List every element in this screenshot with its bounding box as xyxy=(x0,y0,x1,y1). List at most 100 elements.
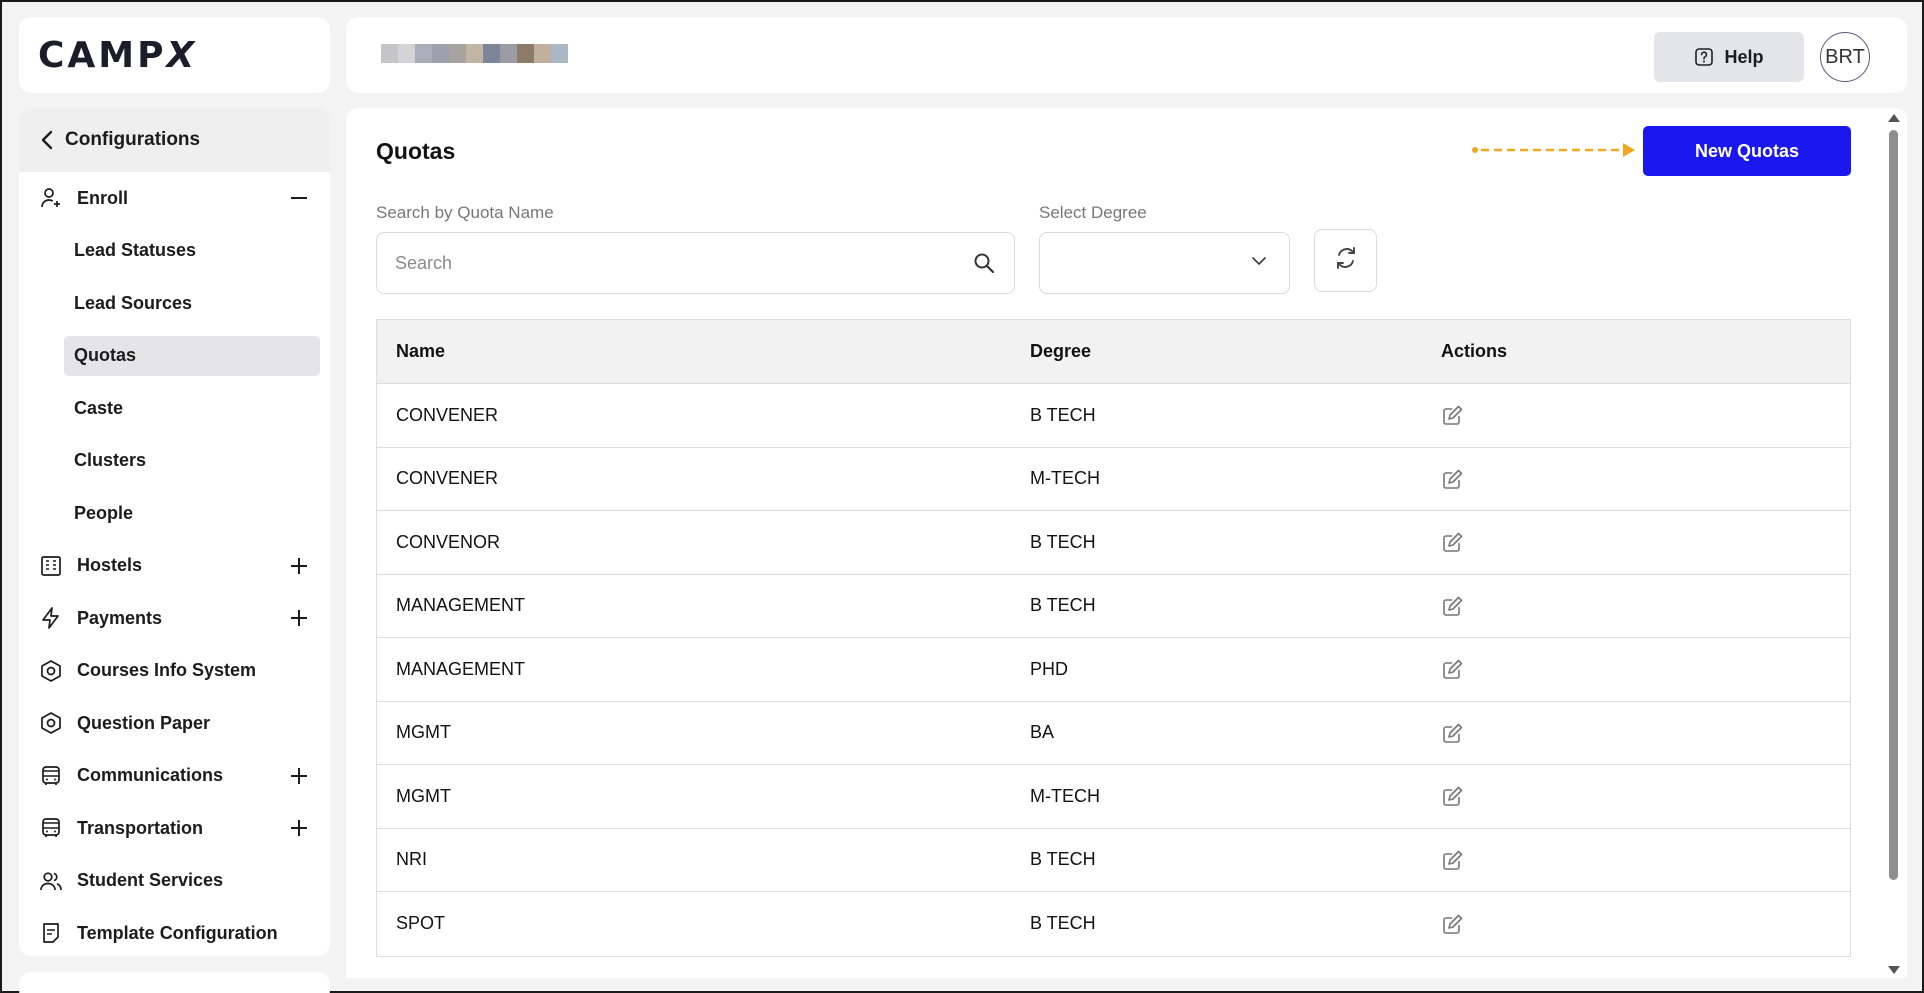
bus-icon xyxy=(39,764,63,788)
sidebar-item-student-services[interactable]: Student Services xyxy=(19,855,330,908)
search-input[interactable] xyxy=(395,252,972,274)
edit-icon[interactable] xyxy=(1441,403,1465,427)
sidebar-subitem-caste[interactable]: Caste xyxy=(19,382,330,435)
cell-degree: M-TECH xyxy=(1030,785,1100,806)
users-icon xyxy=(39,869,63,893)
edit-icon[interactable] xyxy=(1441,848,1465,872)
edit-icon[interactable] xyxy=(1441,467,1465,491)
cell-actions xyxy=(1441,594,1850,618)
table-row: CONVENOR B TECH xyxy=(377,511,1850,575)
table-row: MANAGEMENT PHD xyxy=(377,638,1850,702)
help-label: Help xyxy=(1724,46,1764,67)
bus-icon xyxy=(39,816,63,840)
campx-logo[interactable]: CAMPX xyxy=(38,35,197,76)
sidebar-subitem-lead-sources[interactable]: Lead Sources xyxy=(19,277,330,330)
sidebar-item-template-configuration[interactable]: Template Configuration xyxy=(19,907,330,956)
blurred-institution-name xyxy=(381,44,568,63)
new-quotas-button[interactable]: New Quotas xyxy=(1643,126,1851,176)
column-header-degree[interactable]: Degree xyxy=(1030,341,1441,362)
cell-name: CONVENER xyxy=(396,404,499,425)
scrollbar-thumb[interactable] xyxy=(1889,130,1898,880)
sidebar-subitem-clusters[interactable]: Clusters xyxy=(19,435,330,488)
sidebar-subitem-people[interactable]: People xyxy=(19,487,330,540)
cell-degree: BA xyxy=(1030,722,1055,743)
cell-actions xyxy=(1441,530,1850,554)
vertical-scrollbar[interactable] xyxy=(1885,110,1903,976)
courses-info-system-label: Courses Info System xyxy=(77,660,257,681)
cell-name: CONVENER xyxy=(396,468,499,489)
table-row: MANAGEMENT B TECH xyxy=(377,575,1850,638)
collapse-minus-icon[interactable] xyxy=(288,187,310,209)
sidebar-item-question-paper[interactable]: Question Paper xyxy=(19,697,330,750)
table-header: Name Degree Actions xyxy=(377,320,1850,384)
configurations-back-button[interactable]: Configurations xyxy=(19,108,330,172)
cell-degree: B TECH xyxy=(1030,531,1096,552)
student-services-label: Student Services xyxy=(77,870,224,891)
cell-degree: B TECH xyxy=(1030,913,1096,934)
template-configuration-label: Template Configuration xyxy=(77,922,278,943)
table-row: SPOT B TECH xyxy=(377,892,1850,956)
search-field[interactable] xyxy=(376,232,1015,294)
edit-icon[interactable] xyxy=(1441,594,1465,618)
search-icon[interactable] xyxy=(972,251,996,275)
payments-label: Payments xyxy=(77,607,163,628)
sidebar-item-transportation[interactable]: Transportation xyxy=(19,802,330,855)
edit-icon[interactable] xyxy=(1441,530,1465,554)
refresh-button[interactable] xyxy=(1314,229,1377,292)
expand-plus-icon[interactable] xyxy=(288,765,310,787)
sidebar-bottom-card xyxy=(19,972,330,993)
table-row: NRI B TECH xyxy=(377,829,1850,892)
edit-icon[interactable] xyxy=(1441,912,1465,936)
building-icon xyxy=(39,554,63,578)
table-row: CONVENER B TECH xyxy=(377,384,1850,448)
configurations-label: Configurations xyxy=(65,129,201,150)
help-button[interactable]: Help xyxy=(1654,32,1804,82)
scroll-down-arrow[interactable] xyxy=(1888,966,1900,974)
avatar[interactable]: BRT xyxy=(1820,32,1870,82)
column-header-actions: Actions xyxy=(1441,341,1508,361)
quotas-table: Name Degree Actions CONVENER B TECH CONVEN… xyxy=(376,319,1851,957)
edit-icon[interactable] xyxy=(1441,721,1465,745)
transportation-label: Transportation xyxy=(77,817,204,838)
cell-degree: B TECH xyxy=(1030,404,1096,425)
lightning-icon xyxy=(39,606,63,630)
page-title: Quotas xyxy=(376,138,456,164)
column-header-name[interactable]: Name xyxy=(377,341,1030,362)
chevron-left-icon xyxy=(37,129,59,151)
cell-name: MANAGEMENT xyxy=(396,658,526,679)
sidebar-subitem-quotas[interactable]: Quotas xyxy=(64,335,320,376)
top-header: Help BRT xyxy=(346,17,1907,93)
expand-plus-icon[interactable] xyxy=(288,607,310,629)
enroll-label: Enroll xyxy=(77,187,129,208)
user-plus-icon xyxy=(39,186,63,210)
search-label: Search by Quota Name xyxy=(376,203,554,222)
logo-card: CAMPX xyxy=(19,17,330,93)
cell-name: SPOT xyxy=(396,913,446,934)
scroll-up-arrow[interactable] xyxy=(1888,114,1900,122)
document-icon xyxy=(39,921,63,945)
question-icon xyxy=(1694,47,1714,67)
cell-actions xyxy=(1441,721,1850,745)
table-row: CONVENER M-TECH xyxy=(377,448,1850,511)
arrow-right-icon xyxy=(1472,143,1635,157)
communications-label: Communications xyxy=(77,765,224,786)
sidebar-item-payments[interactable]: Payments xyxy=(19,592,330,645)
sidebar-subitem-lead-statuses[interactable]: Lead Statuses xyxy=(19,225,330,278)
refresh-icon xyxy=(1333,245,1359,276)
sidebar-item-hostels[interactable]: Hostels xyxy=(19,540,330,593)
sidebar-item-communications[interactable]: Communications xyxy=(19,750,330,803)
select-degree-label: Select Degree xyxy=(1039,203,1147,222)
sidebar-item-courses-info-system[interactable]: Courses Info System xyxy=(19,645,330,698)
cell-actions xyxy=(1441,467,1850,491)
cell-actions xyxy=(1441,784,1850,808)
sidebar-item-enroll[interactable]: Enroll xyxy=(19,172,330,225)
cell-name: CONVENOR xyxy=(396,531,501,552)
cell-actions xyxy=(1441,403,1850,427)
edit-icon[interactable] xyxy=(1441,784,1465,808)
cell-degree: B TECH xyxy=(1030,849,1096,870)
expand-plus-icon[interactable] xyxy=(288,555,310,577)
degree-select[interactable] xyxy=(1039,232,1290,294)
edit-icon[interactable] xyxy=(1441,657,1465,681)
chevron-down-icon xyxy=(1249,251,1269,276)
expand-plus-icon[interactable] xyxy=(288,817,310,839)
